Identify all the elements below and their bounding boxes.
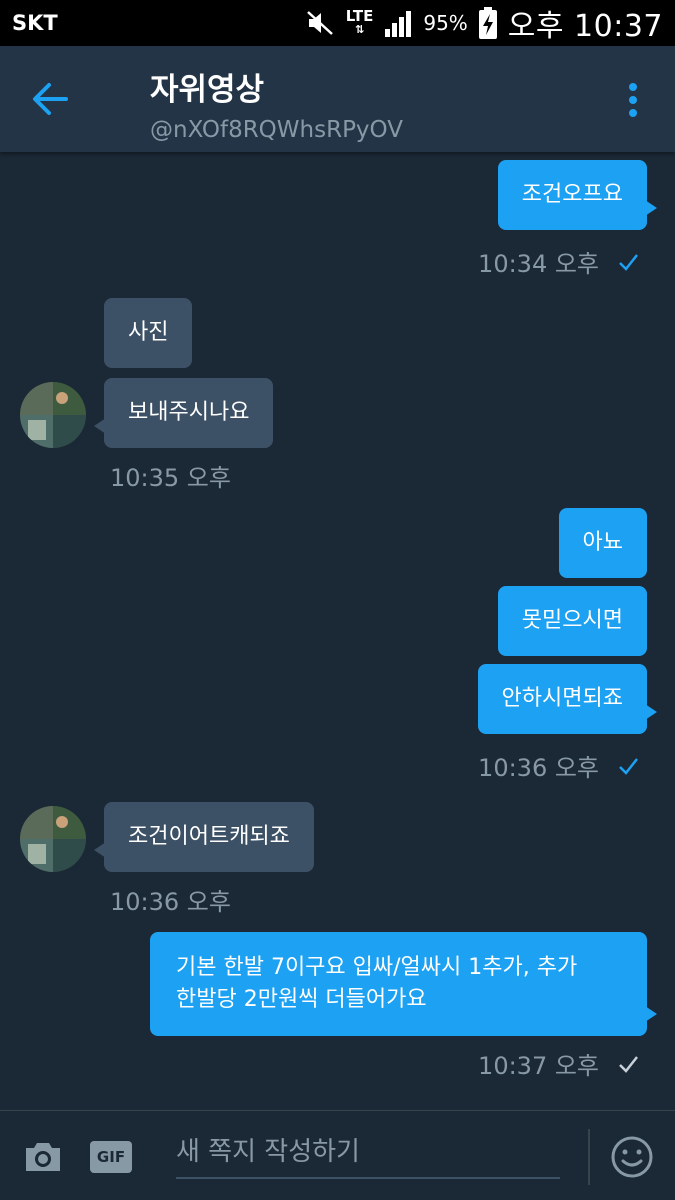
conversation-title: 자위영상 <box>150 72 265 108</box>
emoji-button[interactable] <box>610 1135 654 1179</box>
status-icons: LTE ⇅ 95% 오후 10:37 <box>306 1 663 45</box>
check-icon <box>619 757 638 775</box>
message-meta: 10:36 오후 <box>110 882 231 917</box>
network-type: LTE ⇅ <box>346 9 374 37</box>
conversation-title-block[interactable]: 자위영상 @nXOf8RQWhsRPyOV <box>150 64 403 143</box>
outgoing-message[interactable]: 조건오프요 <box>497 160 658 230</box>
emoji-icon <box>611 1136 653 1178</box>
more-vertical-icon <box>629 83 637 117</box>
outgoing-message[interactable]: 못믿으시면 <box>497 586 647 656</box>
outgoing-message[interactable]: 기본 한발 7이구요 입싸/얼싸시 1추가, 추가 한발당 2만원씩 더들어가요 <box>150 932 657 1036</box>
status-bar: SKT LTE ⇅ 95% 오후 10:37 <box>0 0 675 46</box>
conversation-header: 자위영상 @nXOf8RQWhsRPyOV <box>0 46 675 152</box>
avatar[interactable] <box>20 382 86 448</box>
check-icon <box>619 253 638 271</box>
data-arrows-icon: ⇅ <box>354 23 365 36</box>
message-line: 기본 한발 7이구요 입싸/얼싸시 1추가, 추가 <box>176 955 578 980</box>
incoming-message[interactable]: 조건이어트캐되죠 <box>94 802 314 872</box>
more-options-button[interactable] <box>621 82 645 118</box>
message-meta: 10:36 오후 <box>478 748 639 783</box>
message-timestamp: 10:35 오후 <box>110 464 231 492</box>
camera-icon <box>26 1143 60 1171</box>
battery-percent: 95% <box>423 11 468 35</box>
check-icon <box>619 1055 638 1073</box>
message-meta: 10:37 오후 <box>478 1046 639 1081</box>
incoming-message[interactable]: 사진 <box>104 298 193 368</box>
avatar[interactable] <box>20 806 86 872</box>
gif-button[interactable]: GIF <box>90 1141 132 1173</box>
message-meta: 10:34 오후 <box>478 244 639 279</box>
mute-icon <box>306 10 336 36</box>
message-timestamp: 10:36 오후 <box>478 754 599 782</box>
message-line: 한발당 2만원씩 더들어가요 <box>176 987 427 1012</box>
message-timestamp: 10:36 오후 <box>110 888 231 916</box>
message-meta: 10:35 오후 <box>110 458 231 493</box>
message-composer: GIF <box>0 1110 675 1200</box>
message-timestamp: 10:37 오후 <box>478 1052 599 1080</box>
signal-icon <box>383 9 413 37</box>
back-button[interactable] <box>30 80 74 118</box>
camera-button[interactable] <box>22 1139 64 1175</box>
incoming-message[interactable]: 보내주시나요 <box>93 378 274 448</box>
outgoing-message[interactable]: 아뇨 <box>558 508 647 578</box>
message-input[interactable] <box>176 1127 560 1179</box>
carrier-name: SKT <box>12 11 58 35</box>
message-timestamp: 10:34 오후 <box>478 250 599 278</box>
composer-divider <box>588 1129 590 1185</box>
arrow-left-icon <box>33 83 68 115</box>
clock: 오후 10:37 <box>507 9 663 44</box>
battery-charging-icon <box>478 7 498 39</box>
outgoing-message[interactable]: 안하시면되죠 <box>477 664 658 734</box>
conversation-handle: @nXOf8RQWhsRPyOV <box>150 117 403 143</box>
